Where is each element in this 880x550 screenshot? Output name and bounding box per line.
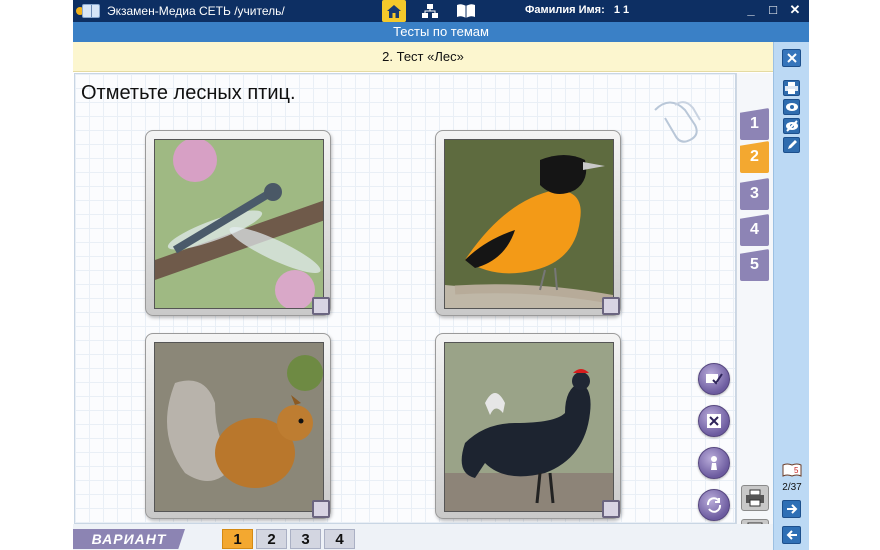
home-icon[interactable] (382, 0, 406, 22)
section-title: Тесты по темам (73, 22, 809, 42)
question-area: Отметьте лесных птиц. (74, 73, 736, 524)
printer-icon (785, 82, 798, 94)
question-tabs: 1 2 3 4 5 (736, 73, 773, 545)
answer-checkbox[interactable] (312, 297, 330, 315)
svg-text:5: 5 (794, 466, 799, 475)
arrow-right-icon (786, 504, 797, 514)
answer-card-oriole[interactable] (435, 130, 621, 316)
check-icon (706, 373, 723, 385)
variant-4[interactable]: 4 (324, 529, 355, 549)
close-test-button[interactable] (782, 49, 801, 67)
variant-3[interactable]: 3 (290, 529, 321, 549)
maximize-button[interactable]: □ (765, 1, 781, 19)
question-tab-1[interactable]: 1 (740, 108, 769, 140)
question-tab-5[interactable]: 5 (740, 249, 769, 281)
eye-off-icon (785, 120, 798, 132)
page-counter: 2/37 (782, 482, 802, 493)
window-controls: _ □ ✕ (743, 1, 803, 19)
edit-button[interactable] (783, 137, 800, 153)
pawn-icon (711, 456, 717, 470)
nav-icons (382, 0, 478, 22)
pencil-icon (787, 140, 797, 149)
app-title: Экзамен-Медиа СЕТЬ /учитель/ (107, 4, 285, 18)
variant-bar: ВАРИАНТ 1 2 3 4 (73, 524, 773, 550)
question-text: Отметьте лесных птиц. (81, 82, 296, 104)
variant-selector: 1 2 3 4 (222, 529, 355, 549)
hide-button[interactable] (783, 118, 800, 134)
printer-icon (746, 489, 764, 507)
next-button[interactable] (782, 500, 801, 518)
paperclip-decoration-icon (654, 101, 701, 143)
variant-2[interactable]: 2 (256, 529, 287, 549)
arrow-left-icon (786, 530, 797, 540)
title-bar: Экзамен-Медиа СЕТЬ /учитель/ Фамилия Имя… (73, 0, 809, 22)
close-icon (786, 53, 797, 63)
eye-icon (785, 103, 798, 111)
view-button[interactable] (783, 99, 800, 115)
print-button[interactable] (741, 485, 769, 511)
close-window-button[interactable]: ✕ (787, 1, 803, 19)
answer-card-black-grouse[interactable] (435, 333, 621, 519)
app-window: Экзамен-Медиа СЕТЬ /учитель/ Фамилия Имя… (0, 0, 880, 550)
answer-card-squirrel[interactable] (145, 333, 331, 519)
user-info: Фамилия Имя: 1 1 (525, 4, 629, 16)
answer-checkbox[interactable] (602, 297, 620, 315)
answer-card-dragonfly[interactable] (145, 130, 331, 316)
question-tab-3[interactable]: 3 (740, 178, 769, 210)
user-name: 1 1 (613, 4, 630, 16)
app-logo-icon (76, 2, 104, 20)
check-answer-button[interactable] (698, 363, 730, 395)
clear-icon (707, 414, 721, 428)
question-tab-2[interactable]: 2 (740, 141, 769, 173)
answer-checkbox[interactable] (602, 500, 620, 518)
refresh-button[interactable] (698, 489, 730, 521)
answer-checkbox[interactable] (312, 500, 330, 518)
test-title: 2. Тест «Лес» (73, 42, 773, 72)
refresh-icon (706, 497, 722, 513)
variant-1[interactable]: 1 (222, 529, 253, 549)
homework-book-icon: 5 (782, 463, 802, 477)
structure-icon[interactable] (418, 0, 442, 22)
prev-button[interactable] (782, 526, 801, 544)
squirrel-image (154, 342, 324, 512)
question-tab-4[interactable]: 4 (740, 214, 769, 246)
print-tool-button[interactable] (783, 80, 800, 96)
minimize-button[interactable]: _ (743, 1, 759, 19)
clear-answer-button[interactable] (698, 405, 730, 437)
dragonfly-image (154, 139, 324, 309)
right-toolbar: 5 2/37 (773, 42, 809, 550)
book-icon[interactable] (454, 0, 478, 22)
oriole-image (444, 139, 614, 309)
hint-button[interactable] (698, 447, 730, 479)
variant-label: ВАРИАНТ (73, 529, 185, 549)
black-grouse-image (444, 342, 614, 512)
user-label: Фамилия Имя: (525, 4, 605, 16)
